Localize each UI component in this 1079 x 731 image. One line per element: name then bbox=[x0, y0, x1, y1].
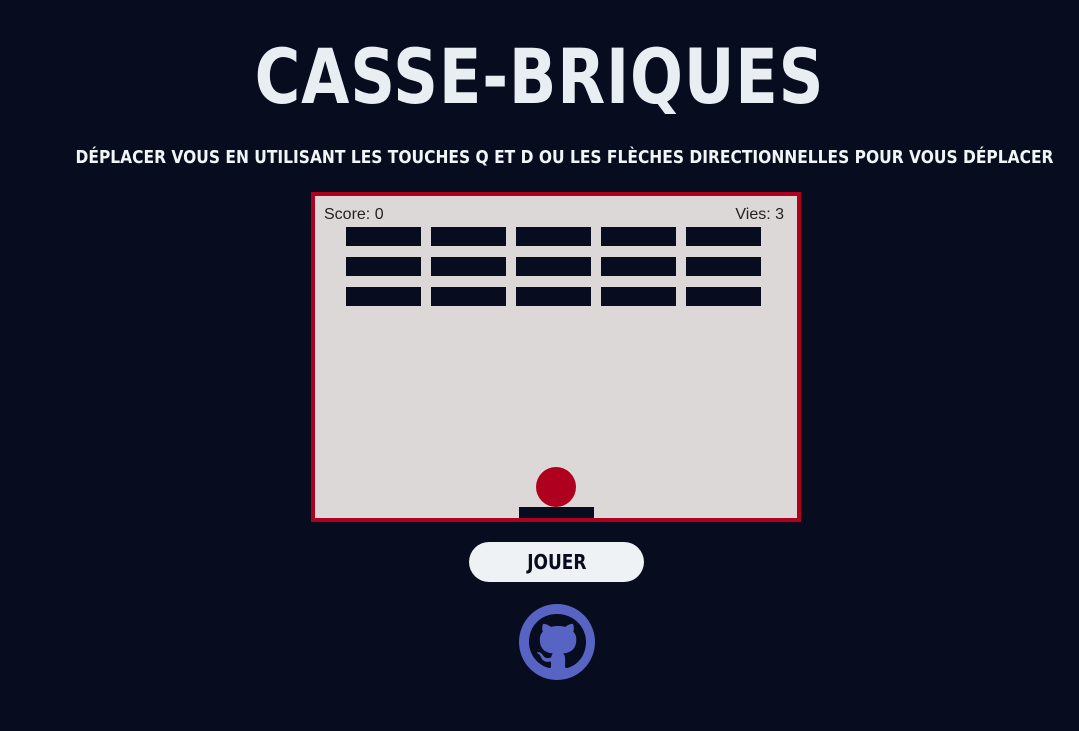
paddle[interactable] bbox=[519, 507, 594, 518]
brick bbox=[601, 257, 676, 276]
github-icon bbox=[519, 604, 595, 680]
brick bbox=[431, 227, 506, 246]
brick bbox=[686, 257, 761, 276]
brick bbox=[431, 287, 506, 306]
brick bbox=[346, 257, 421, 276]
play-button-label: JOUER bbox=[526, 550, 587, 574]
brick bbox=[601, 287, 676, 306]
brick bbox=[346, 227, 421, 246]
play-button[interactable]: JOUER bbox=[469, 542, 644, 582]
instructions-text: DÉPLACER VOUS EN UTILISANT LES TOUCHES Q… bbox=[75, 147, 1054, 168]
brick bbox=[516, 287, 591, 306]
brick bbox=[516, 227, 591, 246]
brick bbox=[431, 257, 506, 276]
brick bbox=[601, 227, 676, 246]
lives-display: Vies: 3 bbox=[735, 206, 784, 223]
page-title: CASSE-BRIQUES bbox=[254, 32, 825, 121]
brick bbox=[686, 227, 761, 246]
github-link[interactable] bbox=[518, 603, 596, 681]
brick bbox=[686, 287, 761, 306]
score-display: Score: 0 bbox=[324, 206, 384, 223]
brick bbox=[516, 257, 591, 276]
brick bbox=[346, 287, 421, 306]
ball bbox=[536, 467, 576, 507]
game-board[interactable]: Score: 0 Vies: 3 bbox=[311, 192, 801, 522]
